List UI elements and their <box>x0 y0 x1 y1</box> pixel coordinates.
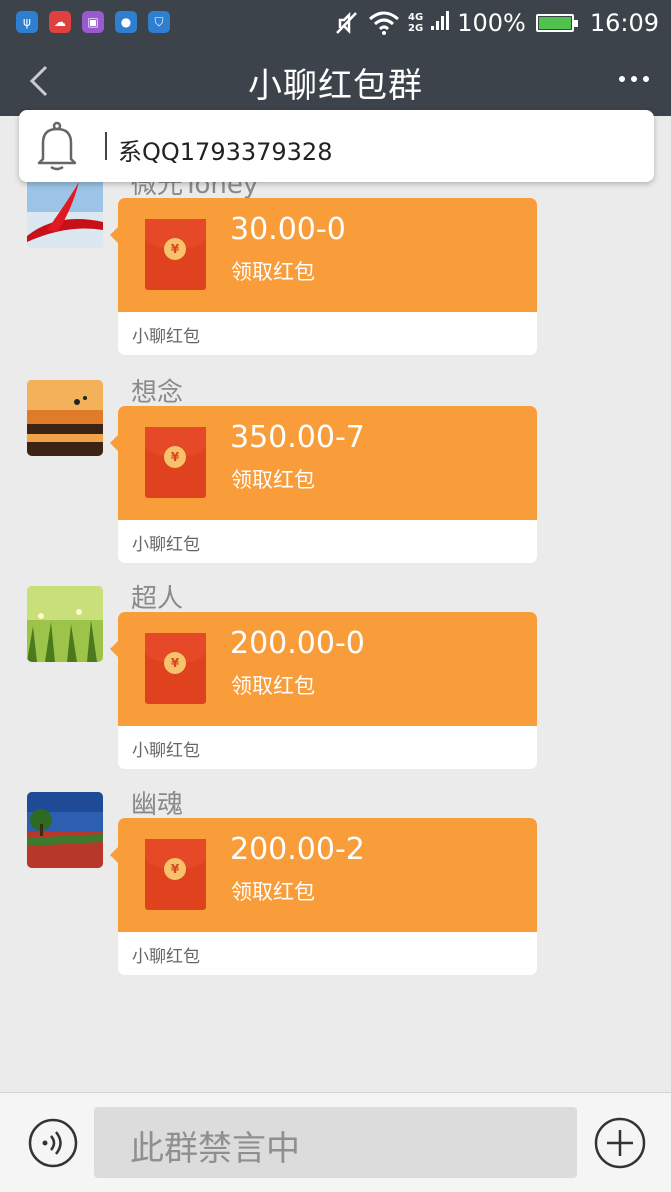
red-packet-card[interactable]: ¥ 200.00-0 领取红包 小聊红包 <box>118 612 537 769</box>
red-envelope-icon: ¥ <box>145 427 206 498</box>
claim-label: 领取红包 <box>231 674 315 698</box>
message-item: 超人 ¥ 200.00-0 领取红包 小聊红包 <box>0 584 671 776</box>
notice-text: 系QQ1793379328 <box>118 138 333 166</box>
group-notice-bar[interactable]: 系QQ1793379328 <box>19 110 654 182</box>
status-bar: ψ ☁ ▣ ● ⛉ 4G 2G 100% 16:09 <box>0 0 671 46</box>
red-packet-card[interactable]: ¥ 30.00-0 领取红包 小聊红包 <box>118 198 537 355</box>
sender-name: 想念 <box>131 378 184 408</box>
cloud-icon: ☁ <box>49 11 71 33</box>
voice-button[interactable] <box>28 1118 78 1168</box>
packet-source-label: 小聊红包 <box>132 327 200 347</box>
red-packet-card[interactable]: ¥ 200.00-2 领取红包 小聊红包 <box>118 818 537 975</box>
packet-amount: 350.00-7 <box>230 420 365 455</box>
shield-icon: ⛉ <box>148 11 170 33</box>
status-right: 4G 2G 100% 16:09 <box>334 8 659 38</box>
red-packet-header: ¥ 200.00-2 领取红包 <box>118 818 537 932</box>
claim-label: 领取红包 <box>231 880 315 904</box>
red-packet-card[interactable]: ¥ 350.00-7 领取红包 小聊红包 <box>118 406 537 563</box>
network-2g: 2G <box>408 23 424 34</box>
notice-divider <box>105 132 107 160</box>
sender-name: 超人 <box>131 584 184 614</box>
mute-icon <box>336 11 357 35</box>
avatar[interactable] <box>27 792 103 868</box>
packet-source-label: 小聊红包 <box>132 535 200 555</box>
claim-label: 领取红包 <box>231 468 315 492</box>
claim-label: 领取红包 <box>231 260 315 284</box>
signal-icon <box>431 11 450 30</box>
gallery-icon: ▣ <box>82 11 104 33</box>
status-app-icons: ψ ☁ ▣ ● ⛉ <box>16 11 170 33</box>
avatar[interactable] <box>27 172 103 248</box>
clock: 16:09 <box>589 9 659 37</box>
avatar[interactable] <box>27 586 103 662</box>
network-indicator: 4G 2G <box>408 12 423 34</box>
red-packet-header: ¥ 30.00-0 领取红包 <box>118 198 537 312</box>
input-muted-text: 此群禁言中 <box>130 1129 300 1169</box>
avatar[interactable] <box>27 380 103 456</box>
red-envelope-icon: ¥ <box>145 633 206 704</box>
message-item: 想念 ¥ 350.00-7 领取红包 小聊红包 <box>0 378 671 570</box>
page-title: 小聊红包群 <box>248 66 423 106</box>
input-bar: 此群禁言中 <box>0 1092 671 1192</box>
packet-amount: 30.00-0 <box>230 212 346 247</box>
packet-source-label: 小聊红包 <box>132 947 200 967</box>
red-envelope-icon: ¥ <box>145 839 206 910</box>
red-packet-header: ¥ 350.00-7 领取红包 <box>118 406 537 520</box>
message-item: 微光Toney ¥ 30.00-0 领取红包 小聊红包 <box>0 170 671 362</box>
title-bar: 小聊红包群 <box>0 46 671 116</box>
message-list[interactable]: 微光Toney ¥ 30.00-0 领取红包 小聊红包 想念 ¥ 350.00-… <box>0 116 671 1092</box>
wifi-icon <box>369 11 400 35</box>
red-envelope-icon: ¥ <box>145 219 206 290</box>
red-packet-header: ¥ 200.00-0 领取红包 <box>118 612 537 726</box>
message-icon: ● <box>115 11 137 33</box>
packet-amount: 200.00-0 <box>230 626 365 661</box>
battery-percent: 100% <box>457 9 526 37</box>
battery-icon <box>535 14 578 32</box>
packet-amount: 200.00-2 <box>230 832 365 867</box>
more-icon[interactable] <box>619 76 649 82</box>
packet-source-label: 小聊红包 <box>132 741 200 761</box>
message-input[interactable]: 此群禁言中 <box>94 1107 577 1178</box>
plus-button[interactable] <box>594 1117 646 1169</box>
usb-icon: ψ <box>16 11 38 33</box>
network-4g: 4G <box>408 12 424 23</box>
bell-icon <box>37 121 77 171</box>
message-item: 幽魂 ¥ 200.00-2 领取红包 小聊红包 <box>0 790 671 982</box>
sender-name: 幽魂 <box>131 790 184 820</box>
